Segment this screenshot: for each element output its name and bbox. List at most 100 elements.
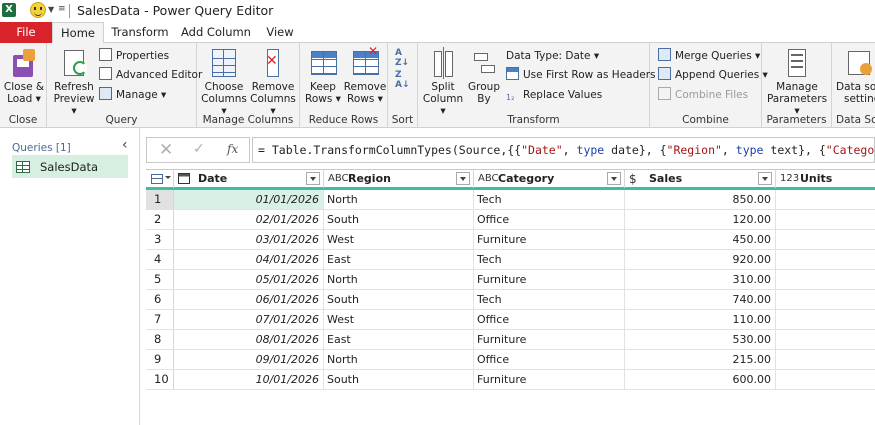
cell-sales[interactable]: 920.00 bbox=[625, 250, 776, 269]
text-type-icon[interactable]: ABC bbox=[478, 170, 499, 188]
cell-date[interactable]: 10/01/2026 bbox=[174, 370, 324, 389]
cell-sales[interactable]: 215.00 bbox=[625, 350, 776, 369]
cell-units[interactable] bbox=[776, 190, 875, 209]
cell-sales[interactable]: 850.00 bbox=[625, 190, 776, 209]
cell-units[interactable] bbox=[776, 330, 875, 349]
cell-units[interactable] bbox=[776, 350, 875, 369]
customize-toolbar-icon[interactable]: ≡ bbox=[58, 4, 66, 14]
remove-rows-button[interactable]: ✕ Remove Rows ▾ bbox=[343, 45, 387, 105]
confirm-formula-icon[interactable]: ✓ bbox=[193, 141, 205, 157]
table-row[interactable]: 10 10/01/2026 South Furniture 600.00 bbox=[146, 370, 875, 390]
cell-category[interactable]: Tech bbox=[474, 190, 625, 209]
row-number[interactable]: 1 bbox=[146, 190, 174, 209]
table-row[interactable]: 2 02/01/2026 South Office 120.00 bbox=[146, 210, 875, 230]
row-number[interactable]: 5 bbox=[146, 270, 174, 289]
cell-units[interactable] bbox=[776, 250, 875, 269]
cell-category[interactable]: Furniture bbox=[474, 330, 625, 349]
tab-home[interactable]: Home bbox=[52, 22, 104, 44]
cell-region[interactable]: North bbox=[324, 190, 474, 209]
calendar-icon[interactable] bbox=[178, 173, 190, 184]
column-header-date[interactable]: Date bbox=[174, 170, 324, 188]
cell-region[interactable]: North bbox=[324, 270, 474, 289]
merge-queries-button[interactable]: Merge Queries ▾ bbox=[658, 47, 760, 65]
column-header-units[interactable]: 123 Units bbox=[776, 170, 875, 188]
replace-values-button[interactable]: 1₂ Replace Values bbox=[506, 86, 602, 104]
cell-sales[interactable]: 600.00 bbox=[625, 370, 776, 389]
row-number[interactable]: 10 bbox=[146, 370, 174, 389]
tab-view[interactable]: View bbox=[262, 22, 298, 43]
row-number[interactable]: 3 bbox=[146, 230, 174, 249]
sort-ascending-button[interactable]: A Z↓ bbox=[395, 48, 409, 68]
cell-units[interactable] bbox=[776, 270, 875, 289]
tab-file[interactable]: File bbox=[0, 22, 52, 43]
cell-category[interactable]: Office bbox=[474, 350, 625, 369]
manage-parameters-button[interactable]: Manage Parameters ▾ bbox=[764, 47, 830, 117]
smiley-feedback-icon[interactable] bbox=[30, 2, 46, 18]
advanced-editor-button[interactable]: Advanced Editor bbox=[99, 66, 202, 84]
row-number[interactable]: 8 bbox=[146, 330, 174, 349]
cell-region[interactable]: East bbox=[324, 330, 474, 349]
table-row[interactable]: 1 01/01/2026 North Tech 850.00 bbox=[146, 190, 875, 210]
cell-category[interactable]: Furniture bbox=[474, 230, 625, 249]
choose-columns-button[interactable]: Choose Columns ▾ bbox=[200, 47, 248, 117]
currency-type-icon[interactable]: $ bbox=[629, 170, 637, 188]
cell-sales[interactable]: 120.00 bbox=[625, 210, 776, 229]
cell-region[interactable]: South bbox=[324, 290, 474, 309]
cell-units[interactable] bbox=[776, 310, 875, 329]
cell-sales[interactable]: 740.00 bbox=[625, 290, 776, 309]
append-queries-button[interactable]: Append Queries ▾ bbox=[658, 66, 768, 84]
cell-date[interactable]: 06/01/2026 bbox=[174, 290, 324, 309]
keep-rows-button[interactable]: Keep Rows ▾ bbox=[303, 47, 343, 105]
tab-transform[interactable]: Transform bbox=[110, 22, 170, 43]
use-first-row-headers-button[interactable]: Use First Row as Headers ▾ bbox=[506, 66, 664, 84]
cell-units[interactable] bbox=[776, 210, 875, 229]
split-column-button[interactable]: Split Column ▾ bbox=[422, 47, 464, 117]
sort-descending-button[interactable]: Z A↓ bbox=[395, 70, 410, 90]
cell-units[interactable] bbox=[776, 370, 875, 389]
table-row[interactable]: 3 03/01/2026 West Furniture 450.00 bbox=[146, 230, 875, 250]
close-load-button[interactable]: Close & Load ▾ bbox=[3, 47, 45, 105]
table-row[interactable]: 8 08/01/2026 East Furniture 530.00 bbox=[146, 330, 875, 350]
cell-units[interactable] bbox=[776, 290, 875, 309]
cell-date[interactable]: 01/01/2026 bbox=[174, 190, 324, 209]
fx-icon[interactable]: fx bbox=[227, 142, 238, 156]
cell-category[interactable]: Furniture bbox=[474, 270, 625, 289]
filter-dropdown-icon[interactable] bbox=[456, 172, 470, 185]
cell-date[interactable]: 04/01/2026 bbox=[174, 250, 324, 269]
properties-button[interactable]: Properties bbox=[99, 47, 169, 65]
cell-region[interactable]: South bbox=[324, 370, 474, 389]
row-number[interactable]: 9 bbox=[146, 350, 174, 369]
number-type-icon[interactable]: 123 bbox=[780, 170, 799, 188]
tab-add-column[interactable]: Add Column bbox=[180, 22, 252, 43]
column-header-region[interactable]: ABC Region bbox=[324, 170, 474, 188]
text-type-icon[interactable]: ABC bbox=[328, 170, 349, 188]
cell-region[interactable]: North bbox=[324, 350, 474, 369]
cell-date[interactable]: 05/01/2026 bbox=[174, 270, 324, 289]
cell-category[interactable]: Office bbox=[474, 310, 625, 329]
table-menu-button[interactable] bbox=[146, 170, 174, 188]
collapse-pane-icon[interactable]: ‹ bbox=[122, 137, 128, 153]
cell-sales[interactable]: 450.00 bbox=[625, 230, 776, 249]
refresh-preview-button[interactable]: Refresh Preview ▾ bbox=[52, 47, 96, 117]
group-by-button[interactable]: Group By bbox=[464, 47, 504, 105]
chevron-down-icon[interactable]: ▼ bbox=[48, 5, 54, 14]
cell-region[interactable]: East bbox=[324, 250, 474, 269]
row-number[interactable]: 6 bbox=[146, 290, 174, 309]
table-row[interactable]: 4 04/01/2026 East Tech 920.00 bbox=[146, 250, 875, 270]
table-row[interactable]: 6 06/01/2026 South Tech 740.00 bbox=[146, 290, 875, 310]
filter-dropdown-icon[interactable] bbox=[306, 172, 320, 185]
table-row[interactable]: 9 09/01/2026 North Office 215.00 bbox=[146, 350, 875, 370]
cell-date[interactable]: 02/01/2026 bbox=[174, 210, 324, 229]
table-row[interactable]: 5 05/01/2026 North Furniture 310.00 bbox=[146, 270, 875, 290]
filter-dropdown-icon[interactable] bbox=[607, 172, 621, 185]
manage-button[interactable]: Manage ▾ bbox=[99, 86, 166, 104]
column-header-sales[interactable]: $ Sales bbox=[625, 170, 776, 188]
data-type-dropdown[interactable]: Data Type: Date ▾ bbox=[506, 47, 599, 65]
cell-sales[interactable]: 110.00 bbox=[625, 310, 776, 329]
cell-sales[interactable]: 530.00 bbox=[625, 330, 776, 349]
filter-dropdown-icon[interactable] bbox=[758, 172, 772, 185]
row-number[interactable]: 7 bbox=[146, 310, 174, 329]
cell-category[interactable]: Tech bbox=[474, 250, 625, 269]
table-row[interactable]: 7 07/01/2026 West Office 110.00 bbox=[146, 310, 875, 330]
cell-category[interactable]: Office bbox=[474, 210, 625, 229]
